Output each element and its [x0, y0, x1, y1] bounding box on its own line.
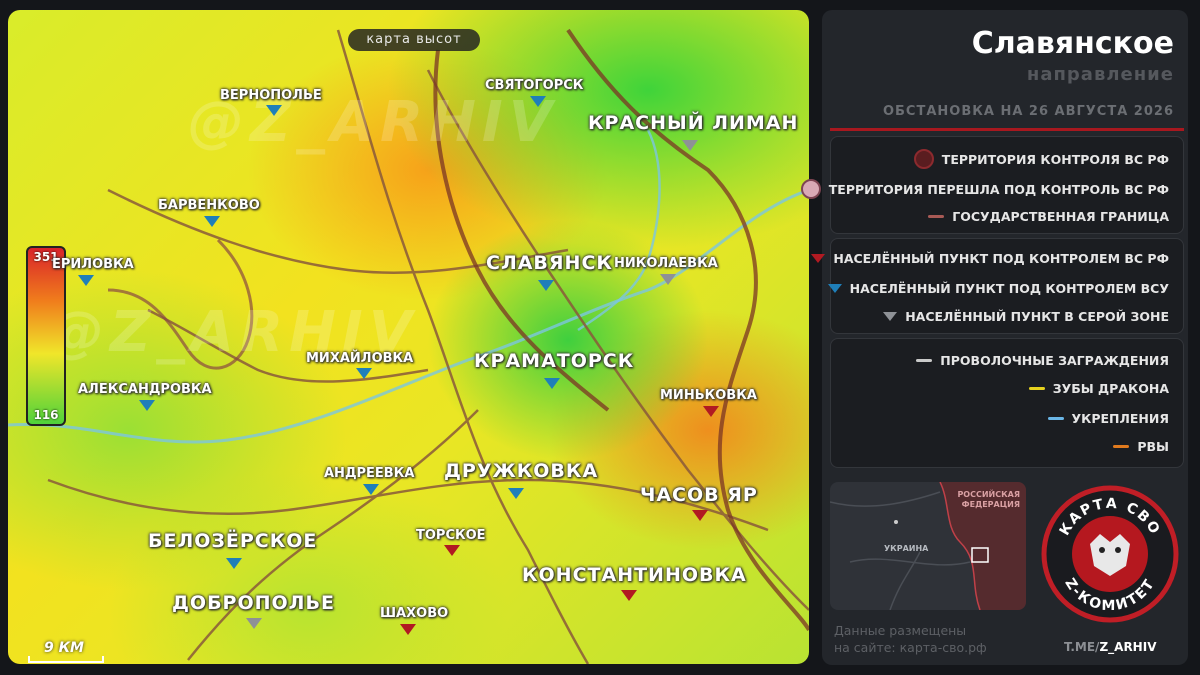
city-label: МИНЬКОВКА	[660, 388, 757, 403]
city-label: КРАМАТОРСК	[474, 350, 635, 372]
town-ua-marker[interactable]	[538, 280, 554, 291]
minimap-russia-label: РОССИЙСКАЯ ФЕДЕРАЦИЯ	[957, 490, 1020, 509]
legend-item-town-rf: НАСЕЛЁННЫЙ ПУНКТ ПОД КОНТРОЛЕМ ВС РФ	[811, 251, 1169, 266]
town-rf-marker[interactable]	[444, 545, 460, 556]
accent-divider	[830, 128, 1184, 131]
city-label: ДОБРОПОЛЬЕ	[172, 592, 335, 614]
town-ua-marker[interactable]	[530, 96, 546, 107]
town-ua-marker[interactable]	[508, 488, 524, 499]
legend-label: ТЕРРИТОРИЯ ПЕРЕШЛА ПОД КОНТРОЛЬ ВС РФ	[828, 181, 1169, 197]
fortifications-swatch	[1047, 417, 1064, 420]
town-ua-marker[interactable]	[544, 378, 560, 389]
legend-item-town-ua: НАСЕЛЁННЫЙ ПУНКТ ПОД КОНТРОЛЕМ ВСУ	[827, 281, 1169, 296]
town-ua-marker[interactable]	[266, 105, 282, 116]
overview-minimap[interactable]: РОССИЙСКАЯ ФЕДЕРАЦИЯ УКРАИНА	[830, 482, 1026, 610]
town-ua-swatch	[827, 284, 842, 293]
town-ua-marker[interactable]	[356, 368, 372, 379]
legend-item-territory-rf: ТЕРРИТОРИЯ КОНТРОЛЯ ВС РФ	[913, 149, 1169, 169]
panel-date: ОБСТАНОВКА НА 26 АВГУСТА 2026	[882, 104, 1174, 119]
town-ua-marker[interactable]	[139, 400, 155, 411]
emblem-svg: КАРТА СВО Z-КОМИТЕТ	[1041, 485, 1179, 623]
town-rf-marker[interactable]	[400, 624, 416, 635]
city-label: АНДРЕЕВКА	[324, 466, 415, 481]
town-rf-marker[interactable]	[621, 590, 637, 601]
legend-item-dragon-teeth: ЗУБЫ ДРАКОНА	[1028, 381, 1169, 396]
ditches-swatch	[1113, 445, 1130, 448]
town-ua-marker[interactable]	[204, 216, 220, 227]
town-gray-swatch	[883, 312, 898, 321]
legend-label: УКРЕПЛЕНИЯ	[1071, 411, 1170, 426]
scale-bar-line	[28, 656, 104, 663]
legend-item-ditches: РВЫ	[1113, 439, 1169, 454]
river	[577, 129, 661, 332]
legend-label: ЗУБЫ ДРАКОНА	[1052, 381, 1169, 396]
town-ua-marker[interactable]	[78, 275, 94, 286]
legend-territory: ТЕРРИТОРИЯ КОНТРОЛЯ ВС РФ ТЕРРИТОРИЯ ПЕР…	[800, 136, 1184, 234]
dragon-teeth-swatch	[1028, 387, 1045, 390]
town-gray-marker[interactable]	[660, 274, 676, 285]
city-label: СВЯТОГОРСК	[485, 78, 584, 93]
legend-item-fortifications: УКРЕПЛЕНИЯ	[1047, 411, 1170, 426]
town-ua-marker[interactable]	[363, 484, 379, 495]
city-label: БАРВЕНКОВО	[158, 198, 260, 213]
city-label: ВЕРНОПОЛЬЕ	[220, 88, 322, 103]
legend-label: НАСЕЛЁННЫЙ ПУНКТ ПОД КОНТРОЛЕМ ВСУ	[849, 281, 1169, 296]
legend-towns: НАСЕЛЁННЫЙ ПУНКТ ПОД КОНТРОЛЕМ ВС РФ НАС…	[811, 238, 1184, 334]
legend-label: НАСЕЛЁННЫЙ ПУНКТ ПОД КОНТРОЛЕМ ВС РФ	[833, 251, 1169, 266]
legend-item-territory-new: ТЕРРИТОРИЯ ПЕРЕШЛА ПОД КОНТРОЛЬ ВС РФ	[800, 179, 1169, 199]
panel-title: Славянское	[971, 26, 1174, 61]
city-label: СЛАВЯНСК	[486, 252, 613, 274]
map-title: карта высот	[348, 29, 480, 51]
legend-fortifications: ПРОВОЛОЧНЫЕ ЗАГРАЖДЕНИЯ ЗУБЫ ДРАКОНА УКР…	[830, 338, 1184, 468]
info-panel: Славянское направление ОБСТАНОВКА НА 26 …	[800, 10, 1188, 665]
territory-new-swatch	[800, 179, 821, 199]
legend-label: ГОСУДАРСТВЕННАЯ ГРАНИЦА	[952, 209, 1169, 224]
border-swatch	[928, 215, 945, 218]
legend-label: НАСЕЛЁННЫЙ ПУНКТ В СЕРОЙ ЗОНЕ	[905, 309, 1169, 324]
legend-label: ТЕРРИТОРИЯ КОНТРОЛЯ ВС РФ	[941, 151, 1169, 167]
elevation-min: 116	[33, 408, 59, 422]
city-label: НИКОЛАЕВКА	[614, 256, 718, 271]
site-note: Данные размещены на сайте: карта-сво.рф	[834, 622, 987, 656]
town-gray-marker[interactable]	[682, 140, 698, 151]
scale-bar: 9 КМ	[28, 640, 104, 663]
site-line: Данные размещены	[834, 623, 967, 638]
city-label: ШАХОВО	[380, 606, 449, 621]
town-gray-marker[interactable]	[246, 618, 262, 629]
city-label: ТОРСКОЕ	[416, 528, 486, 543]
telegram-link[interactable]: T.ME/Z_ARHIV	[1064, 640, 1156, 654]
city-label: ДРУЖКОВКА	[444, 460, 599, 482]
city-label: КРАСНЫЙ ЛИМАН	[588, 112, 799, 134]
legend-item-town-gray: НАСЕЛЁННЫЙ ПУНКТ В СЕРОЙ ЗОНЕ	[883, 309, 1169, 324]
minimap-ukraine-label: УКРАИНА	[884, 544, 929, 553]
legend-item-wire: ПРОВОЛОЧНЫЕ ЗАГРАЖДЕНИЯ	[916, 353, 1169, 368]
panel-subtitle: направление	[1026, 64, 1174, 85]
elevation-legend: 351 116	[26, 246, 66, 426]
legend-label: ПРОВОЛОЧНЫЕ ЗАГРАЖДЕНИЯ	[940, 353, 1169, 368]
site-link[interactable]: на сайте: карта-сво.рф	[834, 639, 987, 656]
town-rf-swatch	[811, 254, 826, 263]
city-label: БЕЛОЗЁРСКОЕ	[148, 530, 318, 552]
town-ua-marker[interactable]	[226, 558, 242, 569]
wire-swatch	[916, 359, 933, 362]
territory-rf-swatch	[913, 149, 934, 169]
legend-label: РВЫ	[1137, 439, 1169, 454]
z-komitet-emblem: КАРТА СВО Z-КОМИТЕТ	[1040, 484, 1180, 624]
city-label: КОНСТАНТИНОВКА	[522, 564, 747, 586]
legend-item-border: ГОСУДАРСТВЕННАЯ ГРАНИЦА	[928, 209, 1169, 224]
town-rf-marker[interactable]	[692, 510, 708, 521]
city-label: ЧАСОВ ЯР	[640, 484, 758, 506]
city-label: АЛЕКСАНДРОВКА	[78, 382, 212, 397]
city-label: МИХАЙЛОВКА	[306, 351, 414, 366]
city-label: ЕРИЛОВКА	[52, 257, 134, 272]
elevation-map[interactable]: карта высот @Z_ARHIV @Z_ARHIV 351 116 КР…	[8, 10, 809, 664]
town-rf-marker[interactable]	[703, 406, 719, 417]
scale-label: 9 КМ	[44, 640, 84, 656]
